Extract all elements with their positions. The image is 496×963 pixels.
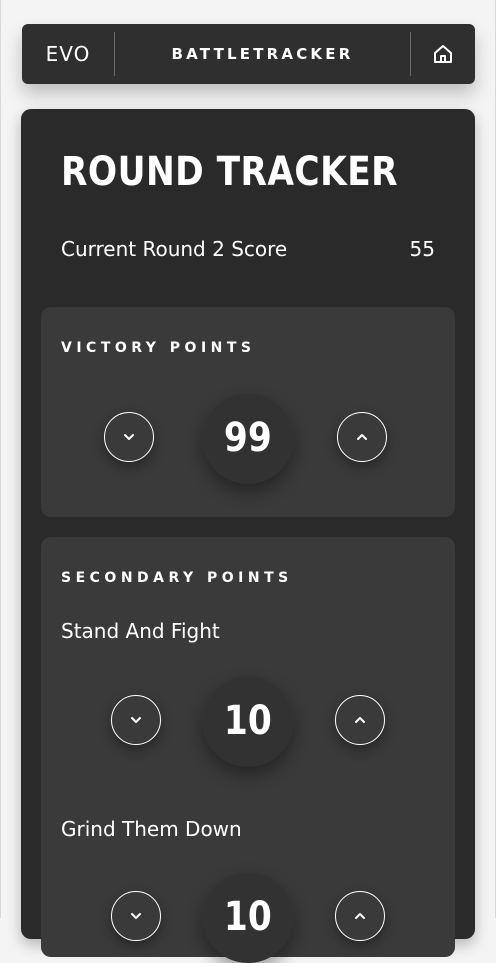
stand-and-fight-number: 10 (224, 698, 272, 744)
secondary-points-panel: SECONDARY POINTS Stand And Fight 10 Grin… (41, 537, 455, 963)
victory-points-heading: VICTORY POINTS (61, 340, 256, 356)
page-edge-left (0, 0, 1, 918)
stand-and-fight-decrement-button[interactable] (111, 695, 161, 745)
victory-points-value: 99 (202, 392, 294, 484)
chevron-up-icon (355, 717, 365, 723)
chevron-down-icon (131, 717, 141, 723)
stand-and-fight-increment-button[interactable] (335, 695, 385, 745)
home-icon (434, 45, 452, 63)
app-header: EVO BATTLETRACKER (22, 24, 475, 84)
grind-them-down-decrement-button[interactable] (111, 891, 161, 941)
secondary-objective-label: Stand And Fight (61, 619, 220, 643)
round-tracker-card: ROUND TRACKER Current Round 2 Score 55 V… (21, 109, 475, 963)
page-title: ROUND TRACKER (61, 149, 399, 195)
score-label: Current Round 2 Score (61, 237, 288, 261)
home-button[interactable] (411, 24, 475, 84)
secondary-objective-label: Grind Them Down (61, 817, 242, 841)
app-title: BATTLETRACKER (171, 45, 354, 63)
evo-logo[interactable]: EVO (22, 24, 114, 84)
grind-them-down-increment-button[interactable] (335, 891, 385, 941)
stand-and-fight-stepper: 10 (41, 675, 455, 767)
victory-points-decrement-button[interactable] (104, 412, 154, 462)
chevron-up-icon (357, 434, 367, 440)
chevron-up-icon (355, 913, 365, 919)
victory-points-number: 99 (224, 415, 272, 461)
grind-them-down-number: 10 (224, 894, 272, 940)
stand-and-fight-value: 10 (202, 675, 294, 767)
secondary-points-heading: SECONDARY POINTS (61, 570, 293, 586)
grind-them-down-stepper: 10 (41, 871, 455, 963)
victory-points-stepper: 99 (41, 392, 455, 484)
victory-points-panel: VICTORY POINTS 99 (41, 307, 455, 517)
score-value: 55 (409, 237, 435, 261)
chevron-down-icon (131, 913, 141, 919)
grind-them-down-value: 10 (202, 871, 294, 963)
victory-points-increment-button[interactable] (337, 412, 387, 462)
chevron-down-icon (124, 434, 134, 440)
current-round-score-row: Current Round 2 Score 55 (61, 237, 435, 261)
